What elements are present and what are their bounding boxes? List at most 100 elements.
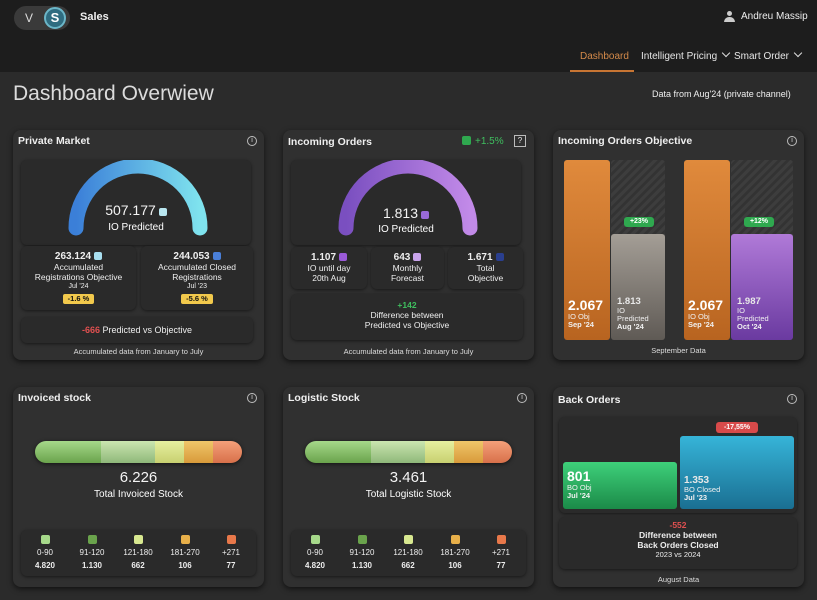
total-stock-label: Total Logistic Stock	[365, 489, 452, 500]
total-stock-value: 6.226	[119, 469, 158, 486]
top-bar: V S Sales Andreu Massip Dashboard Intell…	[0, 0, 817, 72]
bucket-121-180: 121-180 662	[388, 535, 428, 572]
bucket-0-90: 0-90 4.820	[295, 535, 335, 572]
help-icon[interactable]: ?	[514, 135, 526, 147]
card-title: Invoiced stock	[18, 392, 91, 404]
brand-switcher[interactable]: V S	[14, 6, 70, 30]
seat-logo-icon: S	[44, 7, 66, 29]
info-icon[interactable]: i	[517, 393, 527, 403]
data-range-label: Data from Aug'24 (private channel)	[652, 89, 791, 99]
legend-swatch	[413, 253, 422, 261]
io-predicted-number: 507.177	[105, 202, 156, 218]
info-icon[interactable]: i	[787, 136, 797, 146]
io-obj-label: 2.067 IO Obj Sep '24	[688, 297, 723, 329]
bar-date: Jul '24	[567, 491, 591, 500]
info-icon[interactable]: i	[787, 394, 797, 404]
change-pill: +23%	[624, 217, 654, 227]
predicted-vs-objective: -666 Predicted vs Objective	[21, 325, 253, 335]
difference-label: Back Orders Closed	[637, 540, 719, 550]
bar-segment-181-270	[184, 441, 213, 463]
registrations-objective-stat: 263.124 Accumulated Registrations Object…	[21, 251, 136, 304]
total-stock-value: 3.461	[389, 469, 428, 486]
bucket-value: 1.130	[81, 561, 103, 570]
difference-label: 2023 vs 2024	[655, 550, 701, 559]
legend-swatch	[357, 535, 367, 544]
bucket-value: 662	[401, 561, 415, 570]
change-pill: -17,55%	[716, 422, 758, 433]
card-footer: September Data	[651, 346, 706, 355]
chevron-down-icon	[721, 48, 731, 58]
legend-swatch	[180, 535, 190, 544]
change-badge: -1.6 %	[62, 294, 95, 304]
card-title: Private Market	[18, 135, 90, 147]
tab-smart-order[interactable]: Smart Order	[734, 48, 803, 62]
card-title: Back Orders	[558, 394, 621, 406]
io-predicted-value: 1.813	[291, 205, 521, 221]
io-predicted-label: IO Predicted	[378, 224, 434, 235]
info-icon[interactable]: i	[247, 136, 257, 146]
bucket-0-90: 0-90 4.820	[25, 535, 65, 572]
bucket-271: +271 77	[481, 535, 521, 572]
stat-value: 643	[393, 252, 411, 263]
bucket-range: 181-270	[440, 548, 470, 557]
difference-label: Difference between	[370, 310, 444, 320]
info-icon[interactable]: i	[247, 393, 257, 403]
card-title: Incoming Orders Objective	[558, 135, 693, 147]
active-tab-indicator	[570, 70, 634, 72]
bar-date: Oct '24	[737, 322, 762, 331]
stat-value: 1.671	[467, 252, 493, 263]
stat-value: 263.124	[54, 251, 92, 262]
tab-intelligent-pricing[interactable]: Intelligent Pricing	[641, 48, 731, 62]
legend-swatch	[403, 535, 413, 544]
stat-value: 1.107	[310, 252, 337, 263]
io-predicted-value: 507.177	[21, 202, 251, 218]
tab-intelligent-pricing-label: Intelligent Pricing	[641, 51, 718, 62]
bucket-range: +271	[491, 548, 511, 557]
bucket-181-270: 181-270 106	[435, 535, 475, 572]
bucket-range: 0-90	[36, 548, 53, 557]
change-value: +1.5%	[475, 136, 504, 147]
legend-swatch	[40, 535, 50, 544]
bucket-value: 106	[448, 561, 462, 570]
bucket-271: +271 77	[211, 535, 251, 572]
user-menu[interactable]: Andreu Massip	[724, 11, 808, 22]
user-name: Andreu Massip	[741, 11, 808, 22]
bucket-range: 121-180	[123, 548, 153, 557]
user-icon	[724, 11, 735, 22]
tab-dashboard[interactable]: Dashboard	[580, 51, 629, 62]
bar-date: Aug '24	[617, 322, 644, 331]
bar-value: 2.067	[688, 297, 724, 313]
stock-distribution-bar	[305, 441, 512, 463]
predicted-vs-objective: +142 Difference between Predicted vs Obj…	[291, 300, 523, 330]
closed-registrations-stat: 244.053 Accumulated Closed Registrations…	[141, 251, 253, 304]
back-orders-difference: -552 Difference between Back Orders Clos…	[559, 520, 797, 560]
bucket-value: 77	[226, 561, 236, 570]
bucket-range: 91-120	[349, 548, 375, 557]
legend-swatch	[87, 535, 97, 544]
bar-segment-271	[212, 441, 242, 463]
bucket-91-120: 91-120 1.130	[72, 535, 112, 572]
back-orders-card: Back Orders i -17,55% 801 BO Obj Jul '24…	[553, 387, 804, 587]
bar-date: Sep '24	[688, 320, 714, 329]
app-title: Sales	[80, 11, 109, 23]
io-predicted-label: IO Predicted	[108, 222, 164, 233]
change-pill: +12%	[744, 217, 774, 227]
bucket-91-120: 91-120 1.130	[342, 535, 382, 572]
bucket-range: +271	[221, 548, 241, 557]
monthly-forecast-stat: 643 Monthly Forecast	[371, 252, 444, 284]
stat-label: Registrations Objective	[34, 272, 123, 282]
bucket-value: 662	[131, 561, 145, 570]
bucket-value: 4.820	[34, 561, 56, 570]
io-until-day-stat: 1.107 IO until day 20th Aug	[291, 252, 367, 284]
private-market-card: Private Market i 507.177 IO Predicted 26…	[13, 130, 264, 360]
total-objective-stat: 1.671 Total Objective	[448, 252, 523, 283]
stat-label: Monthly	[392, 263, 423, 273]
bucket-range: 0-90	[306, 548, 323, 557]
difference-value: -666	[81, 325, 100, 335]
stat-label: Total	[476, 263, 495, 273]
cupra-logo-icon: V	[24, 11, 33, 25]
io-predicted-number: 1.813	[382, 205, 419, 221]
change-indicator: +1.5%	[462, 136, 504, 147]
io-predicted-label: 1.987 IO Predicted Oct '24	[737, 296, 769, 331]
bar-segment-0-90	[35, 441, 102, 463]
